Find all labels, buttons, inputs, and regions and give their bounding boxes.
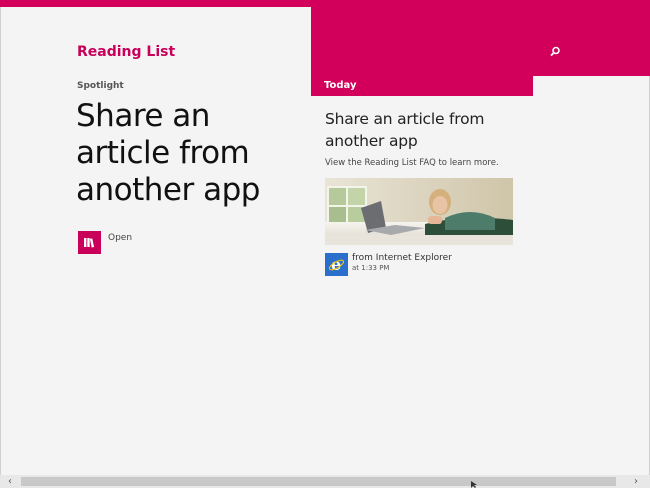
article-card[interactable]: Share an article from another app View t…	[325, 108, 515, 276]
book-icon	[78, 231, 101, 254]
open-label: Open	[108, 233, 133, 243]
scroll-left-button[interactable]: ‹	[3, 475, 17, 488]
app-title: Reading List	[77, 44, 176, 60]
mouse-cursor-icon	[471, 481, 477, 488]
card-title: Share an article from another app	[325, 110, 485, 150]
scroll-right-button[interactable]: ›	[629, 475, 643, 488]
internet-explorer-icon: e	[325, 253, 348, 276]
source-name: from Internet Explorer	[352, 253, 452, 263]
card-description: View the Reading List FAQ to learn more.	[325, 158, 499, 168]
open-button[interactable]: Open	[78, 231, 132, 255]
today-section-label: Today	[311, 76, 533, 96]
woman-with-laptop-photo	[325, 178, 513, 245]
scroll-thumb[interactable]	[21, 477, 616, 486]
horizontal-scrollbar[interactable]: ‹ ›	[0, 475, 650, 488]
search-icon	[550, 46, 560, 57]
spotlight-title[interactable]: Share an article from another app	[76, 98, 301, 209]
spotlight-section-label: Spotlight	[77, 81, 124, 91]
top-accent-bar	[0, 0, 650, 7]
search-button[interactable]	[548, 44, 562, 58]
source-time: at 1:33 PM	[352, 264, 390, 272]
source-row: e from Internet Explorer at 1:33 PM	[325, 253, 515, 276]
today-header-block	[311, 7, 650, 76]
